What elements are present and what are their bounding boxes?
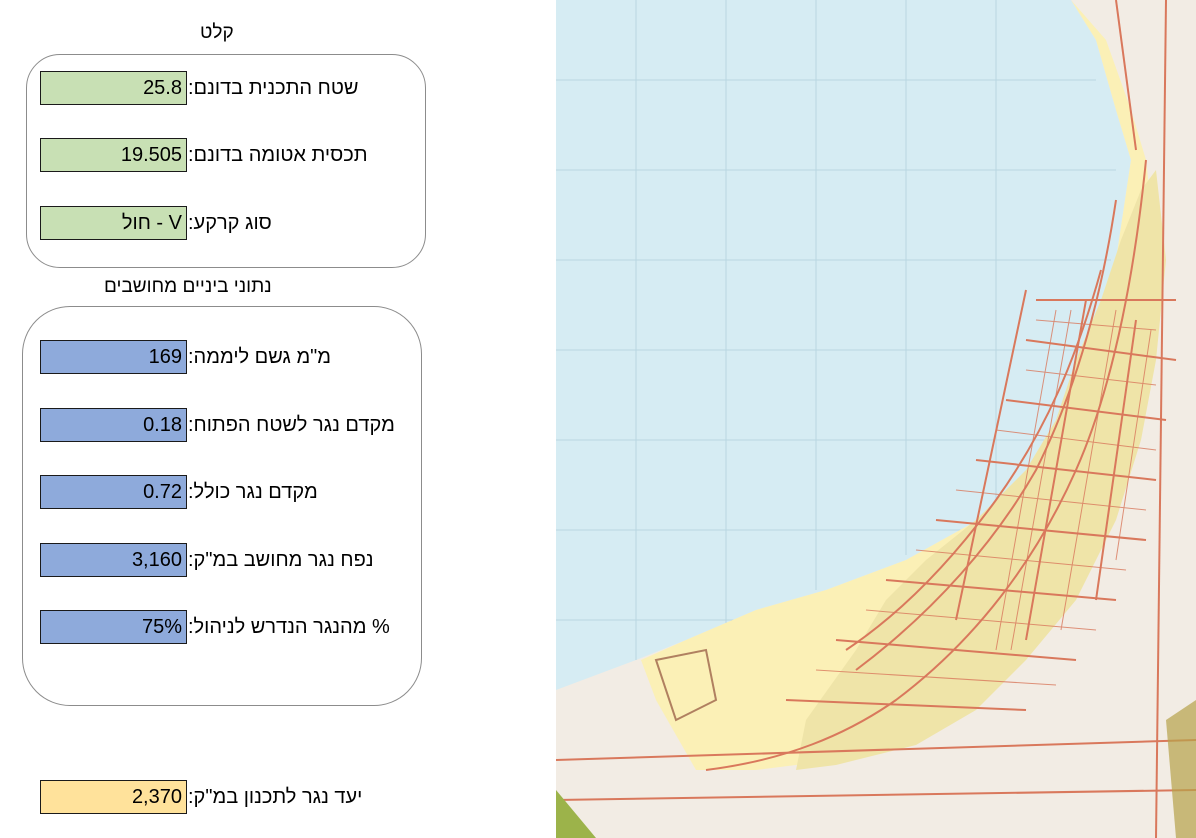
runoff-volume-label: נפח נגר מחושב במ"ק: — [188, 549, 374, 571]
runoff-volume-value-cell[interactable]: 3,160 — [40, 543, 187, 577]
total-runoff-value-cell[interactable]: 0.72 — [40, 475, 187, 509]
managed-percent-value-cell[interactable]: 75% — [40, 610, 187, 644]
plan-area-value-cell[interactable]: 25.8 — [40, 71, 187, 105]
managed-percent-label: % מהנגר הנדרש לניהול: — [188, 616, 390, 638]
target-value-cell[interactable]: 2,370 — [40, 780, 187, 814]
impervious-cover-value-cell[interactable]: 19.505 — [40, 138, 187, 172]
target-label: יעד נגר לתכנון במ"ק: — [188, 786, 363, 808]
open-runoff-value-cell[interactable]: 0.18 — [40, 408, 187, 442]
plan-area-map — [556, 0, 1196, 838]
plan-area-label: שטח התכנית בדונם: — [188, 77, 359, 99]
soil-type-label: סוג קרקע: — [188, 212, 272, 234]
total-runoff-label: מקדם נגר כולל: — [188, 481, 318, 503]
rainfall-value-cell[interactable]: 169 — [40, 340, 187, 374]
soil-type-value-cell[interactable]: חול - V — [40, 206, 187, 240]
impervious-cover-label: תכסית אטומה בדונם: — [188, 144, 368, 166]
map-image — [556, 0, 1196, 838]
input-section-title: קלט — [200, 22, 234, 43]
rainfall-label: מ"מ גשם ליממה: — [188, 346, 332, 368]
computed-section-title: נתוני ביניים מחושבים — [104, 276, 272, 297]
open-runoff-label: מקדם נגר לשטח הפתוח: — [188, 414, 395, 436]
